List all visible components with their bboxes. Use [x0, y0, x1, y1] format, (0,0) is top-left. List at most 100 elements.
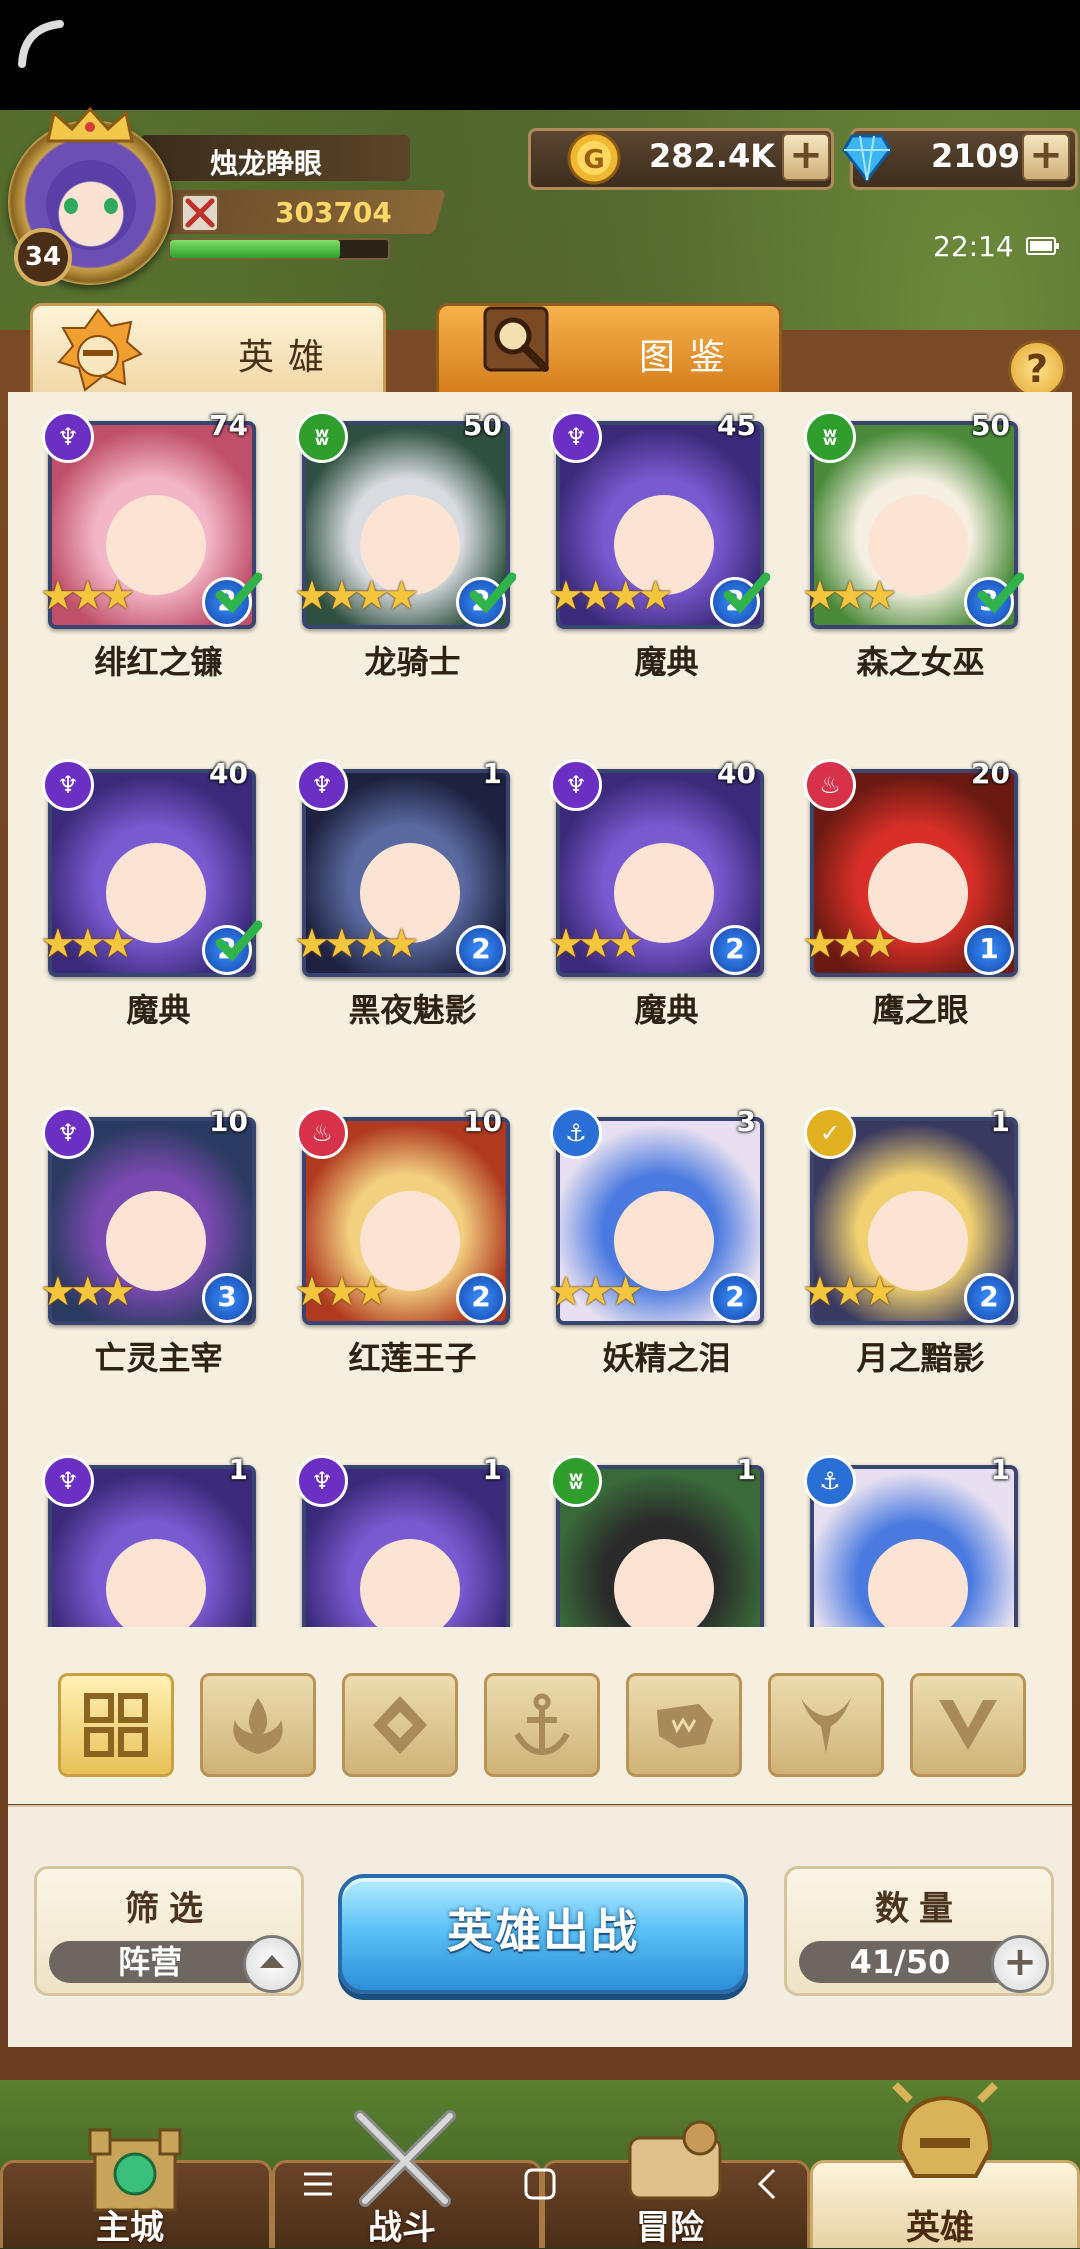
count-title: 数量 — [875, 1889, 963, 1929]
help-button[interactable]: ? — [1008, 340, 1066, 398]
status-bar — [0, 0, 1080, 110]
count-box: 数量 41/50 + — [784, 1866, 1054, 1996]
hero-card[interactable]: ♨ 20 ★★★ 1 鹰之眼 — [798, 755, 1018, 1029]
hero-card[interactable]: ⚓ 1 — [798, 1451, 1018, 1627]
shadow-faction-icon — [801, 1698, 851, 1754]
hero-name: 绯红之镰 — [94, 643, 223, 681]
add-gold-button[interactable]: + — [782, 133, 830, 181]
deploy-heroes-button[interactable]: 英雄出战 — [338, 1874, 748, 1994]
hero-level: 40 — [717, 757, 756, 790]
hero-rank-badge: 2 — [456, 1273, 506, 1323]
clock: 22:14 — [933, 230, 1014, 263]
hero-name: 妖精之泪 — [602, 1339, 731, 1377]
hero-card[interactable]: ⚓ 3 ★★★ 2 妖精之泪 — [544, 1103, 764, 1377]
gold-coin-icon: G — [567, 131, 621, 185]
hero-level: 10 — [209, 1105, 248, 1138]
deployed-check-icon — [977, 572, 1024, 614]
hero-level: 1 — [990, 1105, 1010, 1138]
diamond-icon — [842, 134, 892, 182]
knight-helmet-icon — [57, 308, 143, 392]
hero-name: 月之黯影 — [856, 1339, 985, 1377]
fire-faction-icon: ♨ — [804, 759, 856, 811]
hero-card[interactable]: ♆ 74 ★★★ 2 绯红之镰 — [36, 407, 262, 681]
hero-card[interactable]: ʬ 50 ★★★ 3 森之女巫 — [798, 407, 1024, 681]
tab-label-guide: 图鉴 — [639, 337, 740, 378]
tab-guide[interactable]: 图鉴 — [436, 303, 782, 398]
hero-level: 1 — [482, 1453, 502, 1486]
nav-label-battle: 战斗 — [368, 2208, 436, 2248]
notch-icon — [18, 20, 64, 68]
hero-rank-badge: 2 — [456, 925, 506, 975]
hero-card[interactable]: ✓ 1 ★★★ 2 月之黯影 — [798, 1103, 1018, 1377]
shadow-faction-icon: ♆ — [42, 759, 94, 811]
shadow-faction-icon: ♆ — [296, 759, 348, 811]
hero-level: 20 — [971, 757, 1010, 790]
hero-card[interactable]: ♨ 10 ★★★ 2 红莲王子 — [290, 1103, 510, 1377]
filter-expand-button[interactable] — [243, 1935, 301, 1993]
tab-heroes[interactable]: 英雄 — [30, 303, 386, 398]
filter-title: 筛选 — [125, 1889, 213, 1929]
water-faction-icon: ⚓ — [550, 1107, 602, 1159]
hero-card[interactable]: ♆ 10 ★★★ 3 亡灵主宰 — [36, 1103, 256, 1377]
hero-level: 74 — [209, 409, 248, 442]
hero-name: 森之女巫 — [856, 643, 985, 681]
hero-rank-badge: 2 — [710, 1273, 760, 1323]
grid-icon — [84, 1693, 148, 1757]
hero-card[interactable]: ♆ 1 ★★★★ 2 黑夜魅影 — [290, 755, 510, 1029]
hero-face — [614, 1539, 714, 1627]
player-name: 烛龙睁眼 — [210, 147, 323, 180]
water-faction-icon — [514, 1693, 570, 1756]
hero-card[interactable]: ʬ 50 ★★★★ 2 龙骑士 — [290, 407, 516, 681]
hero-face — [868, 1539, 968, 1627]
menu-icon[interactable] — [298, 2164, 338, 2204]
filter-dark-faction-button[interactable] — [910, 1673, 1026, 1777]
hero-card[interactable]: ♆ 1 — [36, 1451, 256, 1627]
filter-grid-button[interactable] — [58, 1673, 174, 1777]
hero-grid: ♆ 74 ★★★ 2 绯红之镰 ʬ 50 ★★★★ 2 龙骑士 ♆ 45 ★★★★ 2 魔典 ʬ 50 ★★★ 3 森… — [8, 395, 1072, 1627]
hero-card[interactable]: ♆ 1 — [290, 1451, 510, 1627]
add-gems-button[interactable]: + — [1022, 133, 1070, 181]
hero-card[interactable]: ʬ1 — [544, 1451, 764, 1627]
deployed-check-icon — [723, 572, 770, 614]
dark-faction-icon — [939, 1700, 997, 1750]
hero-stars: ★★★ — [40, 573, 136, 619]
expand-capacity-button[interactable]: + — [991, 1935, 1049, 1993]
shadow-faction-icon: ♆ — [42, 1455, 94, 1507]
filter-shadow-faction-button[interactable] — [768, 1673, 884, 1777]
hero-level: 1 — [990, 1453, 1010, 1486]
filter-fire-faction-button[interactable] — [200, 1673, 316, 1777]
beast-faction-icon: ʬ — [804, 411, 856, 463]
nav-label-adventure: 冒险 — [636, 2208, 704, 2248]
hero-card[interactable]: ♆ 40 ★★★ 2 魔典 — [544, 755, 764, 1029]
hero-stars: ★★★ — [802, 921, 898, 967]
chevron-up-icon — [260, 1955, 284, 1968]
hero-level: 10 — [463, 1105, 502, 1138]
back-icon[interactable] — [748, 2164, 788, 2204]
filter-beast-faction-button[interactable] — [626, 1673, 742, 1777]
hero-level: 50 — [971, 409, 1010, 442]
nav-label-heroes: 英雄 — [906, 2208, 974, 2248]
hero-level: 1 — [482, 757, 502, 790]
hero-name: 鹰之眼 — [872, 991, 969, 1029]
hero-face — [360, 1539, 460, 1627]
hero-name: 龙骑士 — [364, 643, 461, 681]
hero-card[interactable]: ♆ 40 ★★★ 2 魔典 — [36, 755, 262, 1029]
hero-face — [106, 1539, 206, 1627]
hero-stars: ★★★ — [294, 1269, 390, 1315]
filter-light-faction-button[interactable] — [342, 1673, 458, 1777]
light-faction-icon — [373, 1696, 427, 1754]
power-value: 303704 — [275, 196, 392, 229]
home-icon[interactable] — [520, 2164, 560, 2204]
filter-water-faction-button[interactable] — [484, 1673, 600, 1777]
hero-rank-badge: 1 — [964, 925, 1014, 975]
hero-stars: ★★★ — [548, 1269, 644, 1315]
shadow-faction-icon: ♆ — [550, 759, 602, 811]
hero-card[interactable]: ♆ 45 ★★★★ 2 魔典 — [544, 407, 770, 681]
shadow-faction-icon: ♆ — [550, 411, 602, 463]
crossed-swords-icon — [181, 194, 219, 232]
hero-level: 1 — [228, 1453, 248, 1486]
hero-stars: ★★★ — [40, 1269, 136, 1315]
hero-name: 亡灵主宰 — [94, 1339, 223, 1377]
fire-faction-icon: ♨ — [296, 1107, 348, 1159]
tab-label-heroes: 英雄 — [238, 337, 339, 378]
